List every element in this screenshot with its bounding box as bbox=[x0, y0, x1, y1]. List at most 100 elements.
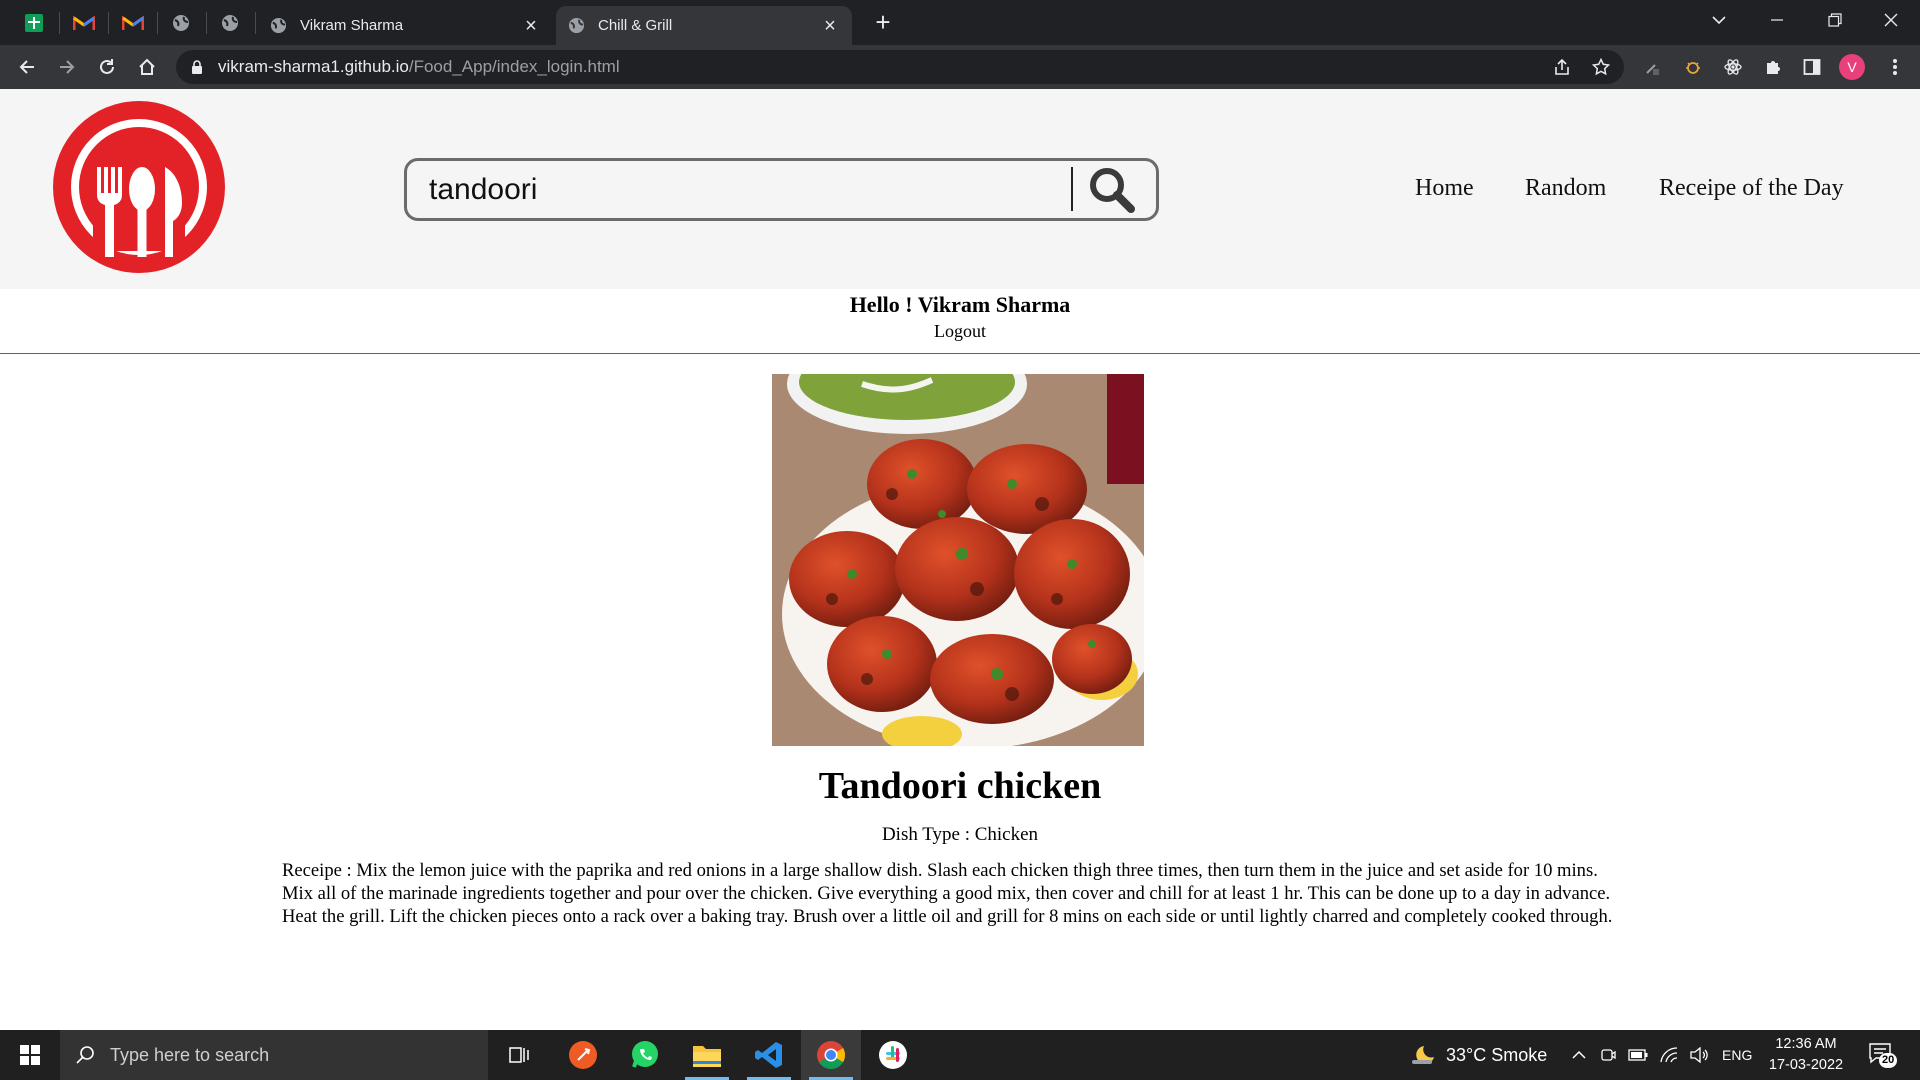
arrow-left-icon bbox=[19, 60, 34, 74]
restore-icon bbox=[1828, 13, 1842, 27]
home-button[interactable] bbox=[132, 52, 162, 82]
task-view-button[interactable] bbox=[490, 1030, 550, 1080]
dish-type: Dish Type : Chicken bbox=[881, 824, 1039, 845]
chrome-icon bbox=[817, 1041, 845, 1069]
restore-button[interactable] bbox=[1806, 0, 1864, 40]
taskbar-search[interactable]: Type here to search bbox=[60, 1030, 488, 1080]
star-icon[interactable] bbox=[1592, 58, 1610, 76]
site-header: Home Random Receipe of the Day bbox=[0, 89, 1920, 289]
search-icon bbox=[76, 1046, 94, 1064]
extension-bug[interactable] bbox=[1678, 52, 1708, 82]
taskbar-app-postman[interactable] bbox=[553, 1030, 613, 1080]
lock-icon bbox=[192, 60, 202, 74]
react-icon bbox=[1724, 59, 1742, 75]
tab-separator bbox=[108, 12, 109, 34]
side-panel-icon bbox=[1803, 59, 1821, 75]
tab-chill-and-grill[interactable]: Chill & Grill × bbox=[556, 6, 852, 45]
moon-icon bbox=[1412, 1046, 1434, 1064]
search-button[interactable] bbox=[1082, 164, 1142, 216]
postman-icon bbox=[569, 1041, 597, 1069]
vscode-icon bbox=[755, 1042, 782, 1068]
taskbar-app-whatsapp[interactable] bbox=[615, 1030, 675, 1080]
recipe-search-box bbox=[404, 158, 1159, 221]
task-view-icon bbox=[509, 1047, 529, 1063]
url-path: /Food_App/index_login.html bbox=[408, 57, 620, 76]
close-window-button[interactable] bbox=[1862, 0, 1920, 40]
globe-icon bbox=[568, 17, 585, 34]
start-button[interactable] bbox=[0, 1030, 60, 1080]
tab-search-button[interactable] bbox=[1690, 0, 1748, 40]
notification-icon: 20 bbox=[1868, 1040, 1898, 1070]
taskbar-search-placeholder: Type here to search bbox=[110, 1044, 270, 1065]
extensions-button[interactable] bbox=[1758, 52, 1788, 82]
extension-eyedropper[interactable] bbox=[1638, 52, 1668, 82]
tab-title: Chill & Grill bbox=[598, 17, 673, 34]
pinned-tab-globe-2[interactable] bbox=[208, 7, 252, 39]
weather-widget[interactable]: 33°C Smoke bbox=[1410, 1030, 1547, 1080]
tab-close-icon[interactable]: × bbox=[820, 16, 840, 36]
tab-separator bbox=[157, 12, 158, 34]
nav-recipe-of-the-day[interactable]: Receipe of the Day bbox=[1659, 175, 1844, 202]
whatsapp-icon bbox=[632, 1041, 658, 1068]
tab-separator bbox=[206, 12, 207, 34]
taskbar-app-vscode[interactable] bbox=[739, 1030, 799, 1080]
side-panel-button[interactable] bbox=[1797, 52, 1827, 82]
share-icon[interactable] bbox=[1553, 58, 1571, 76]
recipe-search-input[interactable] bbox=[429, 167, 1049, 213]
windows-taskbar: Type here to search 33°C Smoke ENG 12:36… bbox=[0, 1030, 1920, 1080]
taskbar-app-slack[interactable] bbox=[863, 1030, 923, 1080]
pinned-tab-sheets[interactable] bbox=[12, 7, 56, 39]
url-domain: vikram-sharma1.github.io bbox=[218, 57, 409, 76]
browser-tab-bar: Vikram Sharma × Chill & Grill × + bbox=[0, 0, 1920, 45]
pinned-tab-gmail-2[interactable] bbox=[111, 7, 155, 39]
restaurant-logo-icon[interactable] bbox=[53, 101, 225, 273]
bug-icon bbox=[1686, 62, 1700, 74]
volume-icon[interactable] bbox=[1690, 1047, 1708, 1063]
clock-date: 17-03-2022 bbox=[1768, 1057, 1844, 1073]
search-icon bbox=[1090, 168, 1135, 213]
notification-count-badge: 20 bbox=[1879, 1053, 1898, 1068]
url-text: vikram-sharma1.github.io/Food_App/index_… bbox=[218, 50, 620, 84]
chevron-up-icon[interactable] bbox=[1572, 1050, 1586, 1060]
meet-now-icon[interactable] bbox=[1600, 1047, 1616, 1063]
taskbar-app-file-explorer[interactable] bbox=[677, 1030, 737, 1080]
taskbar-app-chrome[interactable] bbox=[801, 1030, 861, 1080]
logout-link[interactable]: Logout bbox=[0, 321, 1920, 342]
profile-button[interactable]: V bbox=[1837, 52, 1867, 82]
taskbar-clock[interactable]: 12:36 AM 17-03-2022 bbox=[1760, 1034, 1852, 1076]
browser-toolbar: vikram-sharma1.github.io/Food_App/index_… bbox=[0, 45, 1920, 89]
more-vertical-icon bbox=[1893, 59, 1897, 75]
address-bar[interactable]: vikram-sharma1.github.io/Food_App/index_… bbox=[176, 50, 1624, 84]
nav-home[interactable]: Home bbox=[1415, 175, 1474, 202]
clock-time: 12:36 AM bbox=[1775, 1036, 1837, 1052]
nav-random[interactable]: Random bbox=[1525, 175, 1606, 202]
browser-menu-button[interactable] bbox=[1880, 52, 1910, 82]
reload-button[interactable] bbox=[92, 52, 122, 82]
tab-vikram-sharma[interactable]: Vikram Sharma × bbox=[258, 6, 553, 45]
notification-center-button[interactable]: 20 bbox=[1868, 1030, 1898, 1080]
slack-icon bbox=[879, 1041, 907, 1069]
globe-icon bbox=[173, 15, 189, 31]
forward-button[interactable] bbox=[52, 52, 82, 82]
puzzle-icon bbox=[1767, 61, 1780, 74]
tab-title: Vikram Sharma bbox=[300, 17, 404, 34]
battery-icon[interactable] bbox=[1628, 1049, 1648, 1061]
avatar: V bbox=[1839, 54, 1865, 80]
language-indicator[interactable]: ENG bbox=[1722, 1047, 1752, 1063]
eyedropper-icon bbox=[1646, 64, 1659, 75]
minimize-icon bbox=[1771, 19, 1783, 21]
back-button[interactable] bbox=[12, 52, 42, 82]
system-tray: ENG bbox=[1572, 1030, 1752, 1080]
wifi-icon[interactable] bbox=[1660, 1047, 1678, 1063]
tab-separator bbox=[59, 12, 60, 34]
pinned-tab-globe-1[interactable] bbox=[159, 7, 203, 39]
pinned-tab-gmail-1[interactable] bbox=[62, 7, 106, 39]
minimize-button[interactable] bbox=[1748, 0, 1806, 40]
gmail-icon bbox=[122, 15, 144, 30]
globe-icon bbox=[222, 15, 238, 31]
extension-react[interactable] bbox=[1718, 52, 1748, 82]
folder-icon bbox=[693, 1046, 721, 1067]
sheets-icon bbox=[25, 14, 43, 32]
new-tab-button[interactable]: + bbox=[868, 8, 898, 38]
tab-close-icon[interactable]: × bbox=[521, 16, 541, 36]
